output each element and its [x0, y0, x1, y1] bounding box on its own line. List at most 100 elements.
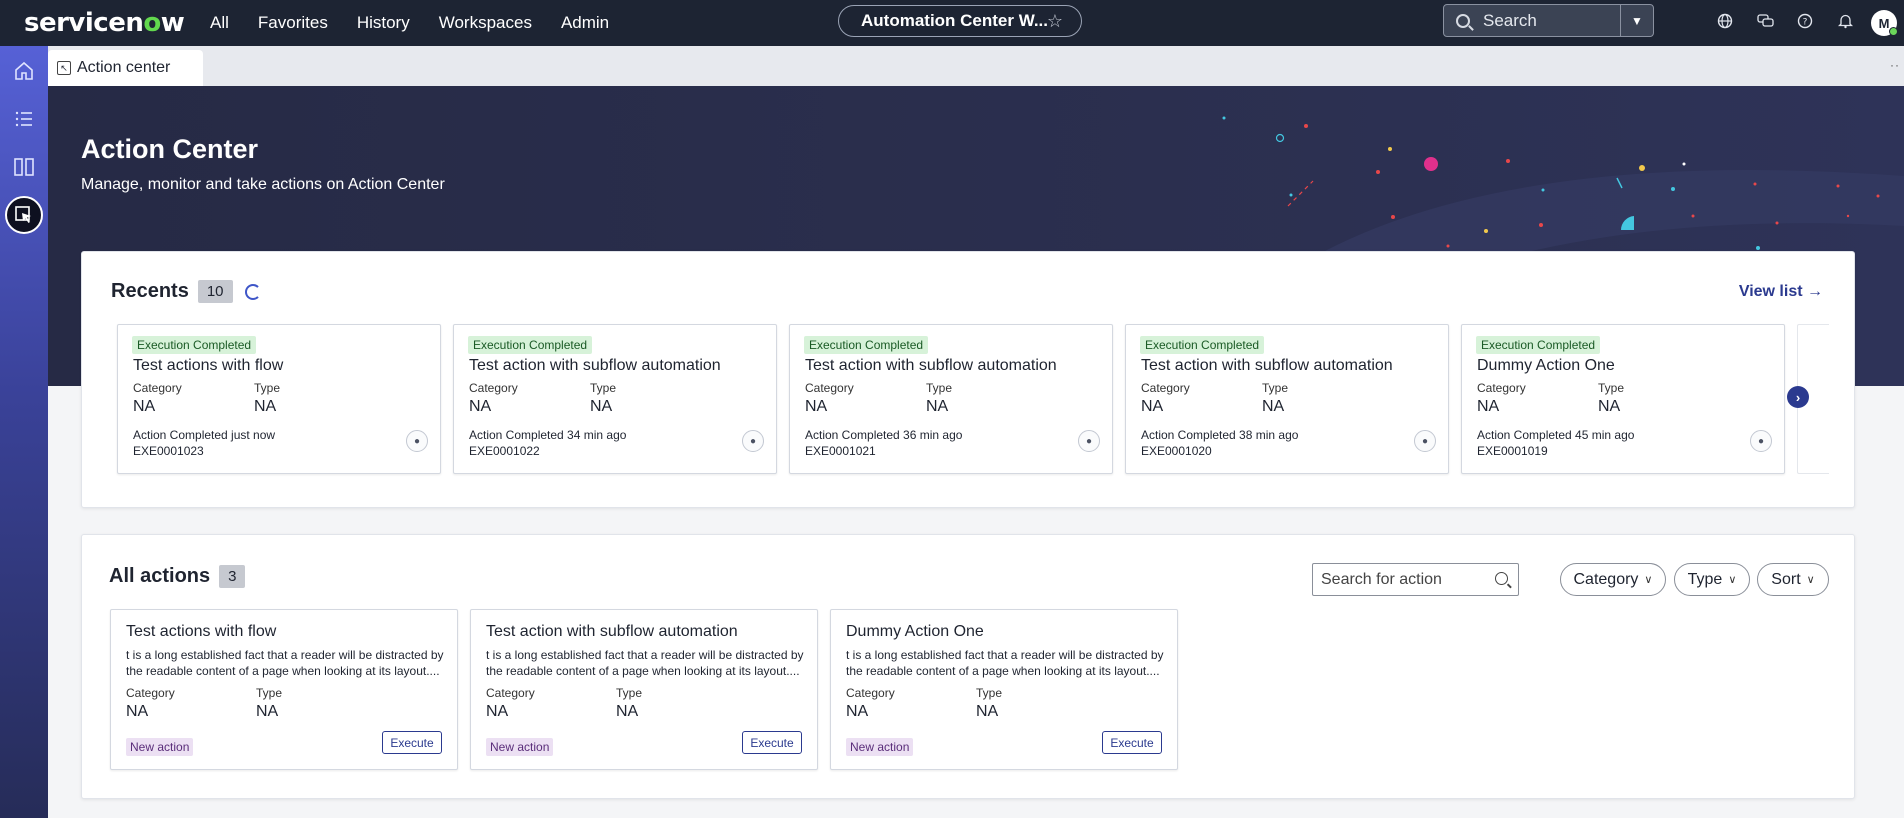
type-value: NA [616, 703, 639, 720]
tab-label: Action center [77, 59, 171, 76]
star-icon[interactable]: ☆ [1047, 11, 1063, 32]
category-value: NA [133, 398, 156, 415]
view-list-link[interactable]: View list → [1739, 283, 1823, 301]
action-center-icon[interactable] [5, 196, 43, 234]
action-card-description: t is a long established fact that a read… [126, 648, 444, 678]
global-search[interactable]: Search ▼ [1443, 4, 1654, 37]
search-action-field[interactable]: Search for action [1312, 563, 1519, 596]
execute-button[interactable]: Execute [382, 731, 442, 754]
more-icon[interactable]: ·· [1890, 58, 1900, 72]
recents-title: Recents [111, 280, 189, 302]
globe-icon[interactable] [1705, 13, 1745, 33]
servicenow-logo[interactable]: servicenow [24, 8, 210, 38]
action-card[interactable]: Test actions with flow t is a long estab… [110, 609, 458, 770]
action-card-title: Test action with subflow automation [486, 623, 738, 640]
action-card[interactable]: Test action with subflow automation t is… [470, 609, 818, 770]
sort-dropdown[interactable]: Sort ∨ [1757, 563, 1829, 596]
category-value: NA [1477, 398, 1500, 415]
recent-card-meta: Action Completed 34 min ago EXE0001022 [469, 427, 626, 459]
type-filter[interactable]: Type ∨ [1674, 563, 1750, 596]
top-bar: servicenow All Favorites History Workspa… [0, 0, 1904, 46]
search-scope-dropdown[interactable]: ▼ [1620, 5, 1653, 36]
type-label: Type [1262, 381, 1289, 395]
type-value: NA [254, 398, 277, 415]
category-value: NA [805, 398, 828, 415]
tab-strip: ↖ Action center ·· [48, 46, 1904, 86]
sort-label: Sort [1771, 570, 1801, 588]
recent-card[interactable]: Execution Completed Dummy Action One Cat… [1461, 324, 1785, 474]
recent-card[interactable]: Execution Completed Test action with sub… [453, 324, 777, 474]
all-actions-header: All actions 3 [109, 565, 246, 588]
execution-id: EXE0001021 [805, 444, 876, 458]
action-card[interactable]: Dummy Action One t is a long established… [830, 609, 1178, 770]
recent-card-title: Test action with subflow automation [805, 357, 1057, 374]
tab-action-center[interactable]: ↖ Action center [48, 50, 203, 86]
recents-header: Recents 10 [111, 280, 261, 303]
execution-id: EXE0001022 [469, 444, 540, 458]
arrow-right-icon: → [1807, 283, 1823, 300]
recent-card-title: Test action with subflow automation [1141, 357, 1393, 374]
svg-text:?: ? [1803, 18, 1808, 28]
user-avatar[interactable]: M [1871, 10, 1898, 36]
recent-card-meta: Action Completed just now EXE0001023 [133, 427, 275, 459]
recent-card-meta: Action Completed 36 min ago EXE0001021 [805, 427, 962, 459]
recents-panel: Recents 10 View list → Execution Complet… [81, 251, 1855, 508]
refresh-icon[interactable] [244, 283, 261, 300]
list-icon[interactable] [11, 106, 37, 132]
category-value: NA [1141, 398, 1164, 415]
chat-icon[interactable] [1745, 13, 1785, 33]
chevron-right-icon[interactable]: › [1787, 386, 1809, 408]
chevron-down-icon: ∨ [1728, 574, 1737, 586]
category-value: NA [469, 398, 492, 415]
recent-card[interactable]: Execution Completed Test actions with fl… [117, 324, 441, 474]
user-icon: ● [742, 430, 764, 452]
type-value: NA [1262, 398, 1285, 415]
category-value: NA [486, 703, 509, 720]
category-value: NA [126, 703, 149, 720]
type-label: Type [256, 686, 283, 700]
category-filter[interactable]: Category ∨ [1560, 563, 1666, 596]
execute-button[interactable]: Execute [742, 731, 802, 754]
view-list-label: View list [1738, 283, 1803, 300]
category-label: Category [126, 686, 175, 700]
top-icons: ? M [1705, 0, 1904, 46]
nav-admin[interactable]: Admin [561, 13, 609, 33]
page-subtitle: Manage, monitor and take actions on Acti… [81, 176, 445, 193]
action-card-description: t is a long established fact that a read… [486, 648, 804, 678]
recent-card-title: Test action with subflow automation [469, 357, 721, 374]
execute-button[interactable]: Execute [1102, 731, 1162, 754]
workspace-title-pill[interactable]: Automation Center W... ☆ [838, 5, 1082, 37]
all-actions-count: 3 [219, 565, 246, 588]
nav-all[interactable]: All [210, 13, 229, 33]
search-icon [1495, 572, 1508, 585]
type-label: Type [976, 686, 1003, 700]
execution-id: EXE0001023 [133, 444, 204, 458]
search-icon [1456, 13, 1470, 28]
nav-workspaces[interactable]: Workspaces [439, 13, 532, 33]
action-card-title: Dummy Action One [846, 623, 984, 640]
nav-history[interactable]: History [357, 13, 410, 33]
execution-id: EXE0001019 [1477, 444, 1548, 458]
help-icon[interactable]: ? [1785, 13, 1825, 33]
type-value: NA [256, 703, 279, 720]
nav-favorites[interactable]: Favorites [258, 13, 328, 33]
home-icon[interactable] [11, 58, 37, 84]
global-search-input[interactable]: Search [1483, 11, 1620, 31]
category-label: Category [1477, 381, 1526, 395]
status-badge: Execution Completed [132, 336, 257, 354]
bell-icon[interactable] [1825, 13, 1865, 33]
category-label: Category [805, 381, 854, 395]
new-action-badge: New action [126, 738, 194, 756]
recent-card[interactable]: Execution Completed Test action with sub… [1125, 324, 1449, 474]
completed-time: Action Completed 45 min ago [1477, 428, 1635, 442]
user-icon: ● [406, 430, 428, 452]
action-center-tab-icon: ↖ [57, 61, 71, 75]
columns-icon[interactable] [11, 154, 37, 180]
page-title: Action Center [81, 134, 259, 164]
action-card-title: Test actions with flow [126, 623, 277, 640]
completed-time: Action Completed just now [133, 428, 276, 442]
recent-card[interactable]: Execution Completed Test action with sub… [789, 324, 1113, 474]
status-badge: Execution Completed [1140, 336, 1265, 354]
search-action-input[interactable]: Search for action [1321, 571, 1442, 589]
completed-time: Action Completed 36 min ago [805, 428, 963, 442]
